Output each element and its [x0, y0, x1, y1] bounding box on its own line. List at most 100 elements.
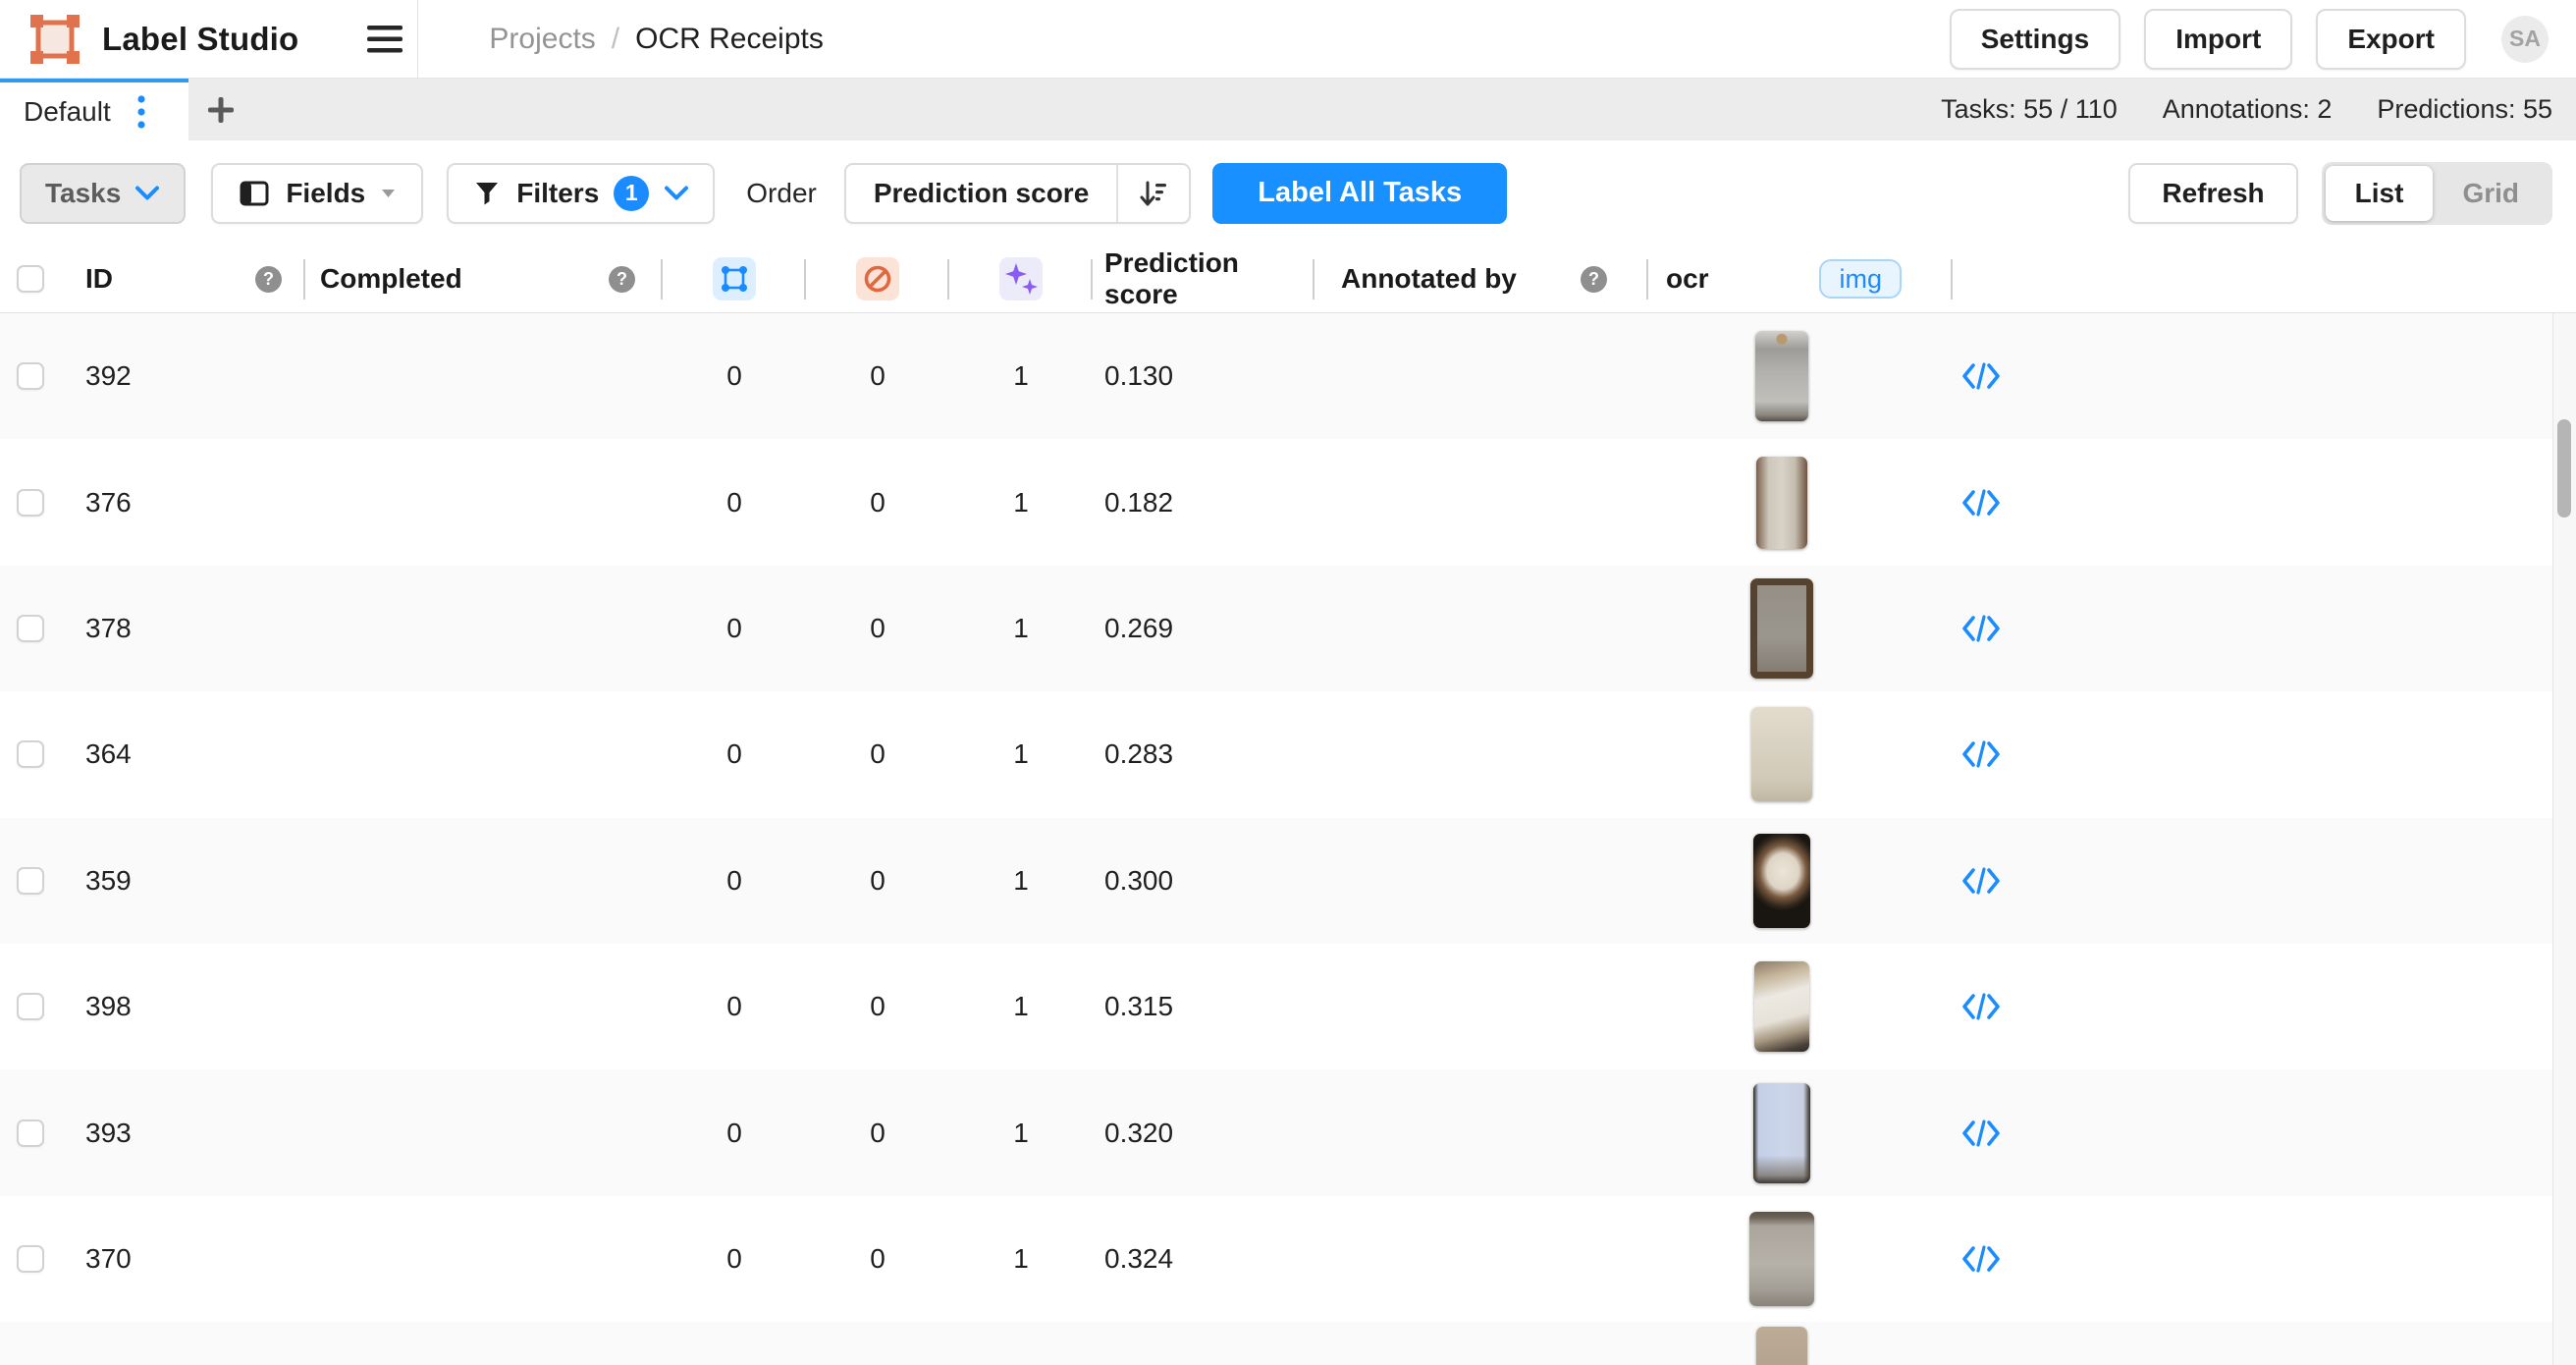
export-button[interactable]: Export: [2316, 9, 2466, 70]
column-header-completed[interactable]: Completed ?: [305, 246, 663, 312]
filters-button[interactable]: Filters 1: [447, 163, 715, 224]
task-row[interactable]: 364 0 0 1 0.283: [0, 691, 2576, 817]
column-header-predictions[interactable]: [949, 246, 1093, 312]
label-studio-app: Label Studio Projects / OCR Receipts Set…: [0, 0, 2576, 1365]
task-row[interactable]: [0, 1322, 2576, 1365]
view-tabs-bar: Default Tasks: 55 / 110 Annotations: 2 P…: [0, 79, 2576, 140]
show-source-code-icon[interactable]: [1960, 738, 2002, 770]
task-row[interactable]: 376 0 0 1 0.182: [0, 439, 2576, 565]
tasks-dropdown-button[interactable]: Tasks: [20, 163, 186, 224]
cancelled-count: 0: [806, 1243, 949, 1275]
annotations-count-icon[interactable]: [713, 257, 756, 300]
import-button[interactable]: Import: [2144, 9, 2292, 70]
predictions-count: 1: [949, 487, 1093, 519]
table-header: ID ? Completed ?: [0, 246, 2576, 313]
row-checkbox[interactable]: [17, 993, 44, 1020]
row-select-cell: [0, 691, 65, 817]
row-checkbox[interactable]: [17, 740, 44, 768]
predictions-sparkles-icon[interactable]: [999, 257, 1043, 300]
show-source-code-icon[interactable]: [1960, 991, 2002, 1022]
help-icon[interactable]: ?: [1581, 266, 1607, 293]
app-title: Label Studio: [102, 21, 298, 58]
help-icon[interactable]: ?: [255, 266, 282, 293]
row-checkbox[interactable]: [17, 615, 44, 642]
tab-default[interactable]: Default: [0, 79, 188, 140]
column-score-label: Prediction score: [1104, 247, 1315, 310]
tab-options-kebab-icon[interactable]: [136, 93, 146, 131]
vertical-scrollbar-thumb[interactable]: [2557, 419, 2571, 518]
show-source-code-icon[interactable]: [1960, 1118, 2002, 1149]
column-header-prediction-score[interactable]: Prediction score: [1093, 246, 1315, 312]
order-field-button[interactable]: Prediction score: [846, 165, 1116, 222]
refresh-button[interactable]: Refresh: [2128, 163, 2297, 224]
ocr-cell: [1648, 1327, 1953, 1365]
show-source-code-icon[interactable]: [1960, 360, 2002, 392]
cancelled-count: 0: [806, 487, 949, 519]
column-header-cancelled[interactable]: [806, 246, 949, 312]
row-select-cell: [0, 313, 65, 439]
breadcrumb-projects-link[interactable]: Projects: [489, 23, 595, 56]
column-header-annotations[interactable]: [663, 246, 806, 312]
task-row[interactable]: 359 0 0 1 0.300: [0, 818, 2576, 944]
column-header-annotated-by[interactable]: Annotated by ?: [1315, 246, 1648, 312]
row-checkbox[interactable]: [17, 1119, 44, 1147]
select-all-checkbox[interactable]: [17, 265, 44, 293]
show-source-code-icon[interactable]: [1960, 865, 2002, 897]
sort-descending-icon: [1137, 177, 1170, 210]
row-select-cell: [0, 1196, 65, 1322]
vertical-scrollbar-track[interactable]: [2552, 313, 2576, 1365]
task-row[interactable]: 393 0 0 1 0.320: [0, 1069, 2576, 1195]
settings-button[interactable]: Settings: [1950, 9, 2120, 70]
task-row[interactable]: 378 0 0 1 0.269: [0, 566, 2576, 691]
show-source-code-icon[interactable]: [1960, 487, 2002, 519]
receipt-thumbnail[interactable]: [1750, 578, 1813, 679]
column-header-source: [1953, 246, 2051, 312]
help-icon[interactable]: ?: [609, 266, 635, 293]
receipt-thumbnail[interactable]: [1753, 834, 1810, 928]
row-checkbox[interactable]: [17, 867, 44, 895]
source-cell: [1953, 1243, 2051, 1275]
column-header-id[interactable]: ID ?: [65, 246, 305, 312]
table-toolbar: Tasks Fields Filters 1 Order Prediction …: [0, 140, 2576, 246]
row-checkbox[interactable]: [17, 1245, 44, 1273]
cancelled-count: 0: [806, 738, 949, 770]
column-header-spacer: [2051, 246, 2576, 312]
sort-direction-button[interactable]: [1118, 165, 1189, 222]
task-id: 376: [65, 487, 305, 519]
task-row[interactable]: 370 0 0 1 0.324: [0, 1196, 2576, 1322]
source-cell: [1953, 360, 2051, 392]
columns-icon: [239, 179, 270, 208]
receipt-thumbnail[interactable]: [1749, 1212, 1814, 1306]
row-checkbox[interactable]: [17, 489, 44, 517]
predictions-count: 1: [949, 360, 1093, 392]
annotations-count: 0: [663, 991, 806, 1022]
hamburger-menu-icon[interactable]: [357, 12, 412, 67]
tasks-dropdown-label: Tasks: [45, 178, 121, 209]
receipt-thumbnail[interactable]: [1755, 331, 1808, 421]
receipt-thumbnail[interactable]: [1756, 457, 1807, 549]
receipt-thumbnail[interactable]: [1753, 1083, 1810, 1183]
predictions-count: 1: [949, 738, 1093, 770]
annotations-count: 0: [663, 1243, 806, 1275]
receipt-thumbnail[interactable]: [1751, 707, 1812, 801]
view-toggle-list[interactable]: List: [2326, 166, 2434, 221]
view-toggle-grid[interactable]: Grid: [2433, 166, 2549, 221]
row-checkbox[interactable]: [17, 362, 44, 390]
receipt-thumbnail[interactable]: [1754, 961, 1809, 1052]
annotations-count: 0: [663, 613, 806, 644]
label-all-tasks-button[interactable]: Label All Tasks: [1212, 163, 1507, 224]
task-row[interactable]: 392 0 0 1 0.130: [0, 313, 2576, 439]
task-row[interactable]: 398 0 0 1 0.315: [0, 944, 2576, 1069]
stat-tasks: Tasks: 55 / 110: [1941, 94, 2118, 125]
show-source-code-icon[interactable]: [1960, 1243, 2002, 1275]
filter-funnel-icon: [472, 179, 502, 208]
show-source-code-icon[interactable]: [1960, 613, 2002, 644]
receipt-thumbnail[interactable]: [1756, 1327, 1807, 1365]
cancelled-annotations-icon[interactable]: [856, 257, 899, 300]
column-header-ocr[interactable]: ocr img: [1648, 246, 1953, 312]
add-view-button[interactable]: [188, 79, 253, 140]
row-select-cell: [0, 439, 65, 565]
annotations-count: 0: [663, 738, 806, 770]
fields-button[interactable]: Fields: [211, 163, 423, 224]
user-avatar[interactable]: SA: [2501, 16, 2549, 63]
